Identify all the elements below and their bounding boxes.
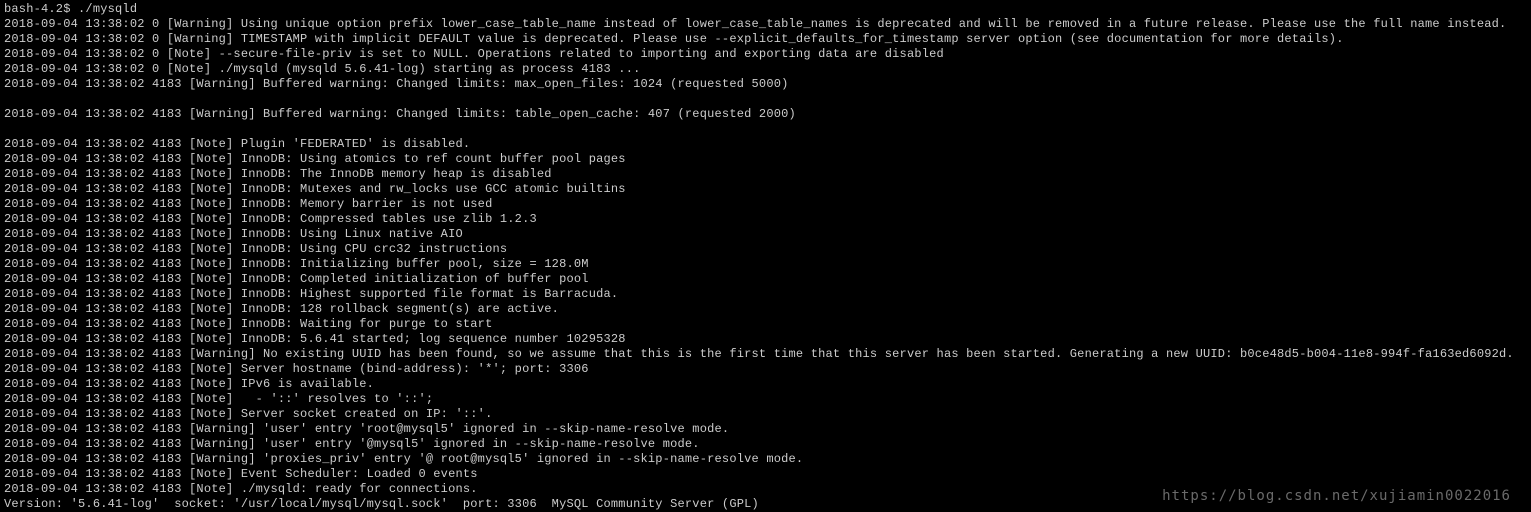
watermark-text: https://blog.csdn.net/xujiamin0022016 xyxy=(1162,489,1511,504)
log-line: 2018-09-04 13:38:02 4183 [Note] InnoDB: … xyxy=(4,317,1527,332)
log-line: 2018-09-04 13:38:02 4183 [Note] InnoDB: … xyxy=(4,197,1527,212)
log-line: 2018-09-04 13:38:02 4183 [Note] - '::' r… xyxy=(4,392,1527,407)
log-line: 2018-09-04 13:38:02 4183 [Note] IPv6 is … xyxy=(4,377,1527,392)
log-line: 2018-09-04 13:38:02 0 [Note] ./mysqld (m… xyxy=(4,62,1527,77)
log-line: 2018-09-04 13:38:02 4183 [Note] InnoDB: … xyxy=(4,182,1527,197)
log-line: 2018-09-04 13:38:02 4183 [Note] Event Sc… xyxy=(4,467,1527,482)
log-line: 2018-09-04 13:38:02 4183 [Note] InnoDB: … xyxy=(4,257,1527,272)
log-line: 2018-09-04 13:38:02 0 [Warning] Using un… xyxy=(4,17,1527,32)
log-line: 2018-09-04 13:38:02 4183 [Note] InnoDB: … xyxy=(4,167,1527,182)
log-line xyxy=(4,92,1527,107)
log-line: 2018-09-04 13:38:02 4183 [Warning] 'user… xyxy=(4,437,1527,452)
log-line: 2018-09-04 13:38:02 0 [Note] --secure-fi… xyxy=(4,47,1527,62)
shell-prompt: bash-4.2$ ./mysqld xyxy=(4,2,1527,17)
log-line: 2018-09-04 13:38:02 4183 [Note] InnoDB: … xyxy=(4,212,1527,227)
log-line: 2018-09-04 13:38:02 4183 [Note] InnoDB: … xyxy=(4,227,1527,242)
log-line: 2018-09-04 13:38:02 4183 [Warning] Buffe… xyxy=(4,107,1527,122)
log-content: 2018-09-04 13:38:02 0 [Warning] Using un… xyxy=(4,17,1527,512)
log-line: 2018-09-04 13:38:02 4183 [Note] InnoDB: … xyxy=(4,152,1527,167)
terminal-output[interactable]: bash-4.2$ ./mysqld 2018-09-04 13:38:02 0… xyxy=(4,2,1527,512)
log-line: 2018-09-04 13:38:02 4183 [Note] InnoDB: … xyxy=(4,272,1527,287)
log-line: 2018-09-04 13:38:02 4183 [Note] Server h… xyxy=(4,362,1527,377)
log-line: 2018-09-04 13:38:02 4183 [Note] Server s… xyxy=(4,407,1527,422)
log-line: 2018-09-04 13:38:02 4183 [Note] InnoDB: … xyxy=(4,287,1527,302)
log-line: 2018-09-04 13:38:02 4183 [Note] Plugin '… xyxy=(4,137,1527,152)
log-line: 2018-09-04 13:38:02 4183 [Warning] Buffe… xyxy=(4,77,1527,92)
log-line: 2018-09-04 13:38:02 4183 [Note] InnoDB: … xyxy=(4,302,1527,317)
log-line: 2018-09-04 13:38:02 4183 [Warning] 'prox… xyxy=(4,452,1527,467)
log-line: 2018-09-04 13:38:02 4183 [Note] InnoDB: … xyxy=(4,242,1527,257)
log-line: 2018-09-04 13:38:02 4183 [Warning] 'user… xyxy=(4,422,1527,437)
log-line: 2018-09-04 13:38:02 4183 [Note] InnoDB: … xyxy=(4,332,1527,347)
log-line xyxy=(4,122,1527,137)
log-line: 2018-09-04 13:38:02 4183 [Warning] No ex… xyxy=(4,347,1527,362)
log-line: 2018-09-04 13:38:02 0 [Warning] TIMESTAM… xyxy=(4,32,1527,47)
